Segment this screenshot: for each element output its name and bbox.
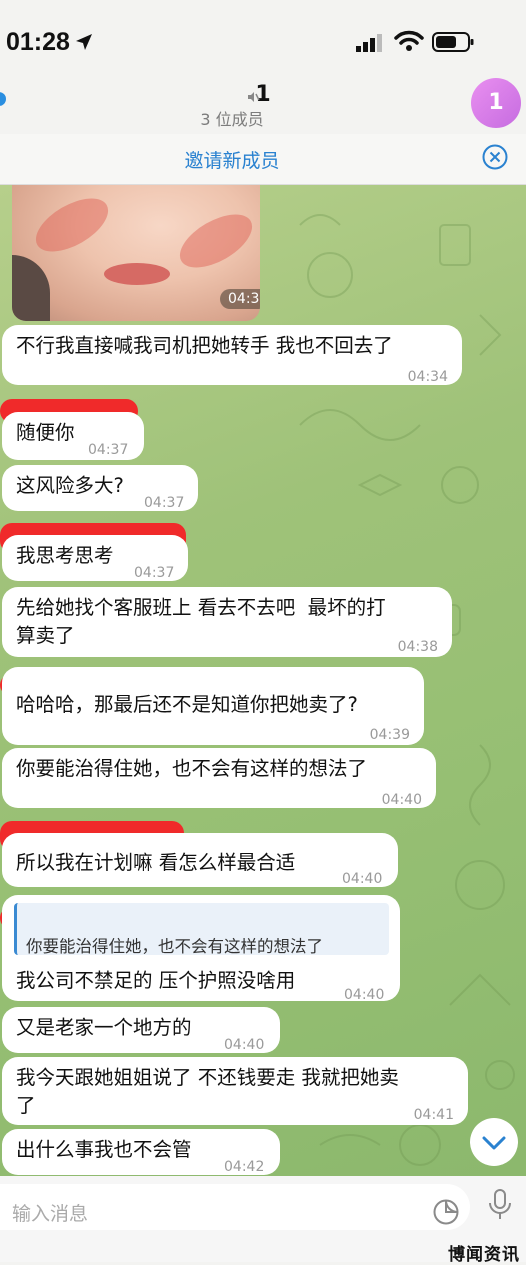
photo-lips: [104, 263, 170, 285]
watermark: 博闻资讯: [448, 1245, 520, 1265]
close-icon[interactable]: [482, 144, 508, 170]
message-text: 先给她找个客服班上 看去不去吧 最坏的打 算卖了: [16, 596, 386, 647]
clock: 01:28: [6, 28, 70, 56]
message-time: 04:42: [224, 1159, 265, 1175]
message-bubble[interactable]: 你要能治得住她，也不会有这样的想法了 04:40: [2, 748, 436, 808]
message-bubble[interactable]: 不行我直接喊我司机把她转手 我也不回去了 04:34: [2, 325, 462, 385]
invite-members-link[interactable]: 邀请新成员: [0, 146, 464, 173]
message-bubble[interactable]: 先给她找个客服班上 看去不去吧 最坏的打 算卖了 04:38: [2, 587, 452, 657]
message-time: 04:40: [344, 987, 385, 1003]
message-time: 04:37: [88, 442, 129, 458]
photo-message[interactable]: 04:34: [12, 185, 260, 321]
message-text: 不行我直接喊我司机把她转手 我也不回去了: [16, 334, 393, 357]
message-time: 04:39: [369, 727, 410, 743]
cellular-signal-icon: [356, 34, 382, 52]
chat-area[interactable]: 04:34 不行我直接喊我司机把她转手 我也不回去了 04:34 随便你 04:…: [0, 185, 526, 1176]
wifi-icon: [394, 30, 424, 51]
chat-title[interactable]: 1: [0, 82, 526, 107]
photo-blush-left: [27, 187, 117, 263]
chevron-down-icon: [482, 1136, 506, 1150]
muted-icon: [248, 92, 260, 102]
message-bubble-with-reply[interactable]: 你要能治得住她，也不会有这样的想法了 我公司不禁足的 压个护照没啥用 04:40: [2, 895, 400, 1003]
message-time: 04:37: [144, 495, 185, 511]
member-count: 3 位成员: [200, 110, 264, 129]
battery-icon: [432, 32, 474, 52]
message-input[interactable]: 输入消息: [0, 1184, 470, 1230]
message-bubble[interactable]: 我今天跟她姐姐说了 不还钱要走 我就把她卖 了 04:41: [2, 1057, 468, 1125]
microphone-icon[interactable]: [486, 1188, 514, 1222]
message-time: 04:40: [224, 1037, 265, 1053]
status-bar: 01:28: [0, 0, 526, 82]
location-arrow-icon: [76, 34, 92, 50]
message-bubble[interactable]: 出什么事我也不会管 04:42: [2, 1129, 280, 1175]
photo-hair-shape: [12, 255, 50, 321]
photo-blush-right: [171, 203, 260, 279]
message-text: 你要能治得住她，也不会有这样的想法了: [16, 757, 368, 780]
reply-quote-text: 你要能治得住她，也不会有这样的想法了: [26, 937, 323, 956]
message-text: 哈哈哈，那最后还不是知道你把她卖了?: [16, 693, 358, 716]
message-time: 04:37: [134, 565, 175, 581]
message-bubble[interactable]: 又是老家一个地方的 04:40: [2, 1007, 280, 1053]
message-input-placeholder: 输入消息: [12, 1203, 89, 1225]
message-bubble[interactable]: 所以我在计划嘛 看怎么样最合适 04:40: [2, 833, 398, 887]
invite-banner: 邀请新成员: [0, 134, 526, 185]
message-time: 04:40: [342, 871, 383, 887]
chat-header: 1 3 位成员: [0, 82, 526, 134]
message-text: 我今天跟她姐姐说了 不还钱要走 我就把她卖 了: [16, 1066, 399, 1117]
message-bubble[interactable]: 这风险多大? 04:37: [2, 465, 198, 511]
message-time: 04:41: [413, 1107, 454, 1123]
message-time: 04:34: [407, 369, 448, 385]
message-text: 我公司不禁足的 压个护照没啥用: [16, 969, 296, 992]
sticker-icon[interactable]: [432, 1198, 460, 1226]
message-bubble[interactable]: 哈哈哈，那最后还不是知道你把她卖了? 04:39: [2, 667, 424, 745]
message-text: 所以我在计划嘛 看怎么样最合适: [16, 851, 296, 874]
message-bubble[interactable]: 随便你 04:37: [2, 412, 144, 460]
group-avatar[interactable]: 1: [471, 78, 521, 128]
photo-timestamp: 04:34: [220, 289, 260, 309]
scroll-to-bottom-button[interactable]: [470, 1118, 518, 1166]
message-time: 04:40: [381, 792, 422, 808]
message-bubble[interactable]: 我思考思考 04:37: [2, 535, 188, 581]
message-time: 04:38: [397, 639, 438, 655]
